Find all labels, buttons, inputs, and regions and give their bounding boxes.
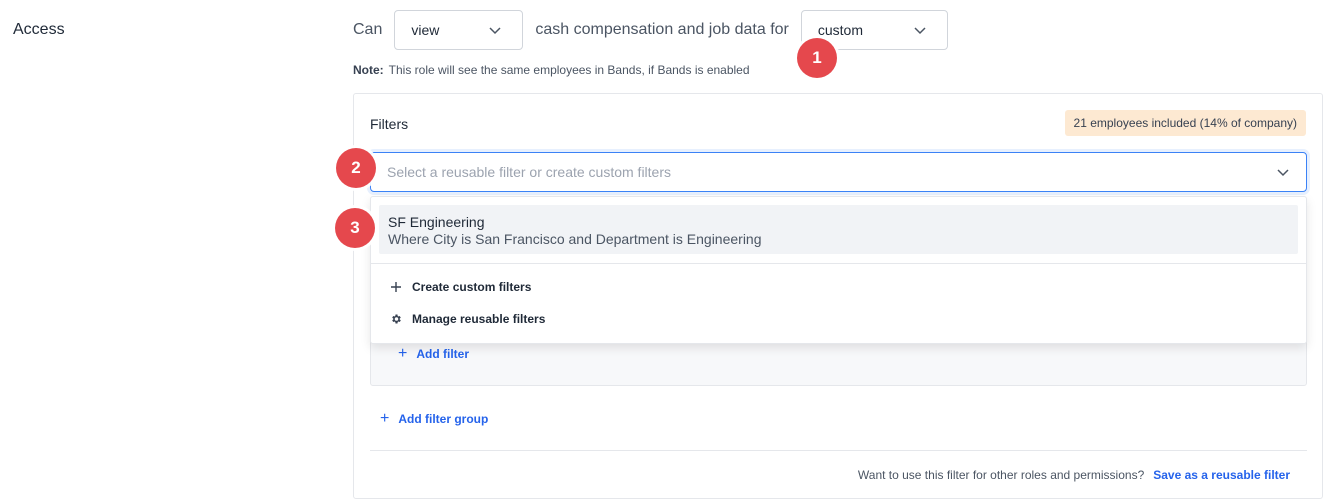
dropdown-divider (371, 263, 1306, 264)
add-filter-button[interactable]: + Add filter (398, 345, 469, 363)
reusable-filter-option[interactable]: SF Engineering Where City is San Francis… (379, 205, 1298, 254)
add-filter-group-label: Add filter group (398, 412, 489, 426)
footer-text: Want to use this filter for other roles … (857, 468, 1145, 482)
permission-select[interactable]: view (394, 10, 524, 50)
add-filter-group-button[interactable]: + Add filter group (380, 410, 488, 428)
note: Note: This role will see the same employe… (353, 63, 750, 77)
save-filter-footer: Want to use this filter for other roles … (858, 468, 1290, 482)
employee-count-badge: 21 employees included (14% of company) (1064, 110, 1306, 136)
manage-reusable-filters-label: Manage reusable filters (412, 312, 546, 326)
filter-dropdown-menu: SF Engineering Where City is San Francis… (370, 196, 1307, 344)
step-marker-1: 1 (797, 38, 837, 78)
step-marker-3: 3 (335, 208, 375, 248)
create-custom-filters-label: Create custom filters (412, 280, 532, 294)
step-marker-2: 2 (336, 148, 376, 188)
option-name: SF Engineering (388, 214, 485, 230)
permission-select-value: view (411, 22, 440, 38)
plus-icon: + (380, 410, 390, 427)
access-section-label: Access (13, 21, 65, 38)
save-reusable-filter-link[interactable]: Save as a reusable filter (1153, 468, 1290, 482)
plus-icon: + (398, 345, 408, 362)
note-label: Note: (353, 63, 384, 77)
filter-search-input[interactable] (387, 164, 1267, 180)
chevron-down-icon (489, 27, 501, 35)
note-text: This role will see the same employees in… (388, 63, 750, 77)
sentence-middle-text: cash compensation and job data for (535, 21, 789, 38)
create-custom-filters-action[interactable]: Create custom filters (389, 280, 531, 294)
manage-reusable-filters-action[interactable]: Manage reusable filters (389, 312, 545, 326)
permission-sentence: Can view cash compensation and job data … (353, 10, 948, 50)
chevron-down-icon (914, 27, 926, 35)
gear-icon (389, 313, 403, 325)
scope-select-value: custom (817, 22, 863, 38)
add-filter-label: Add filter (416, 347, 470, 361)
filter-select[interactable] (370, 152, 1307, 192)
can-text: Can (353, 21, 383, 38)
filters-title: Filters (370, 116, 409, 132)
plus-icon (389, 281, 403, 293)
divider (370, 450, 1307, 451)
chevron-down-icon[interactable] (1276, 165, 1290, 179)
option-description: Where City is San Francisco and Departme… (388, 231, 762, 247)
